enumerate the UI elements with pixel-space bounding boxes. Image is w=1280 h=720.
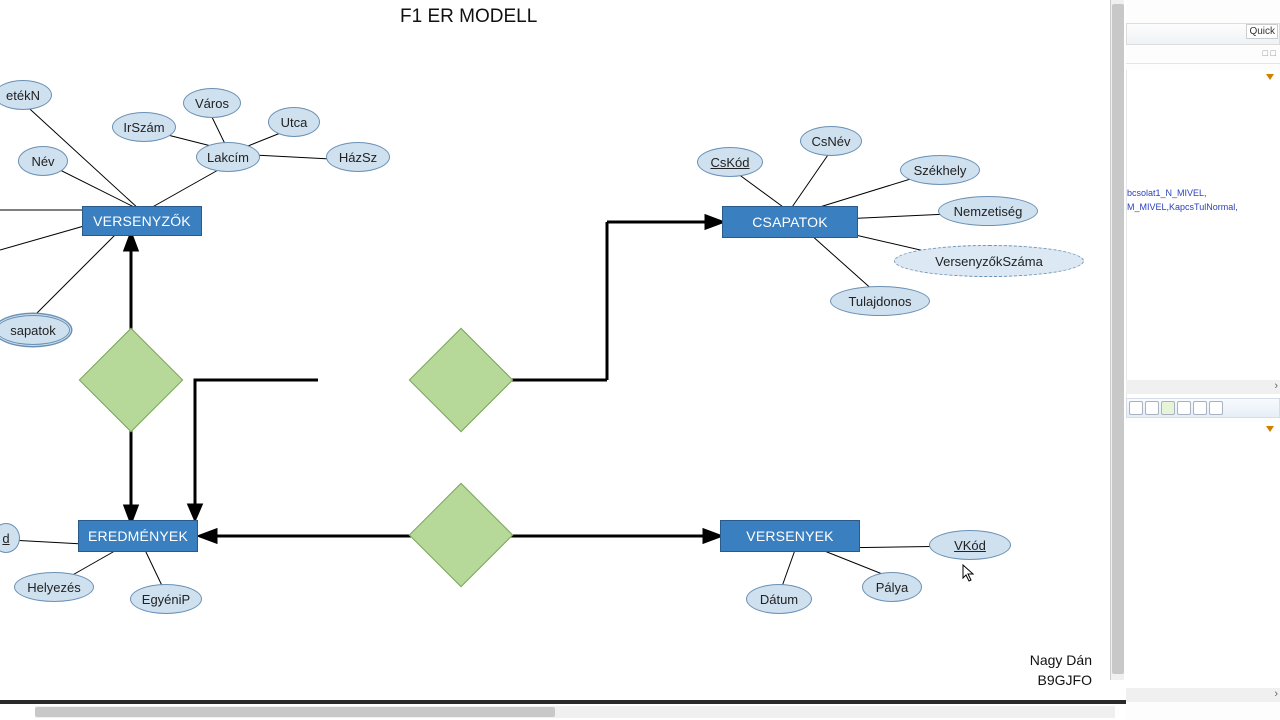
mouse-cursor-icon [962, 564, 976, 582]
tool-icon-1[interactable] [1129, 401, 1143, 415]
diagram-title: F1 ER MODELL [400, 6, 537, 28]
attr-utca[interactable]: Utca [268, 107, 320, 137]
attr-helyezes[interactable]: Helyezés [14, 572, 94, 602]
entity-eredmenyek[interactable]: EREDMÉNYEK [78, 520, 198, 552]
tool-icon-4[interactable] [1177, 401, 1191, 415]
quick-search-box[interactable]: Quick [1246, 24, 1278, 39]
attr-versenyzokszama[interactable]: VersenyzőkSzáma [894, 245, 1084, 277]
side-scrollbar-1[interactable]: › [1126, 380, 1280, 394]
side-app-subbar: □ □ [1126, 48, 1280, 64]
attr-lakcim[interactable]: Lakcím [196, 142, 260, 172]
attr-cskod[interactable]: CsKód [697, 147, 763, 177]
entity-csapatok[interactable]: CSAPATOK [722, 206, 858, 238]
tool-icon-2[interactable] [1145, 401, 1159, 415]
attr-hazsz[interactable]: HázSz [326, 142, 390, 172]
relationship-diamond-3[interactable] [409, 483, 514, 588]
horizontal-scrollbar-thumb[interactable] [35, 707, 555, 717]
bottom-border [0, 700, 1130, 704]
side-toolbar-2[interactable] [1126, 398, 1280, 418]
side-application-panel: Quick □ □ bcsolat1_N_MIVEL, M_MIVEL,Kapc… [1126, 0, 1280, 720]
attr-etekN[interactable]: etékN [0, 80, 52, 110]
attr-palya[interactable]: Pálya [862, 572, 922, 602]
footer-line2: B9GJFO [1038, 672, 1092, 688]
tool-icon-5[interactable] [1193, 401, 1207, 415]
attr-szekhely[interactable]: Székhely [900, 155, 980, 185]
vertical-scrollbar-thumb[interactable] [1112, 4, 1124, 674]
attr-d-truncated[interactable]: d [0, 523, 20, 553]
attr-vkod[interactable]: VKód [929, 530, 1011, 560]
attr-egyenip[interactable]: EgyéniP [130, 584, 202, 614]
attr-varos[interactable]: Város [183, 88, 241, 118]
attr-sapatok[interactable]: sapatok [0, 315, 70, 345]
attr-irszam[interactable]: IrSzám [112, 112, 176, 142]
diagram-canvas[interactable]: F1 ER MODELL [0, 0, 1110, 720]
collapse-icon[interactable] [1266, 74, 1274, 80]
footer-line1: Nagy Dán [1030, 652, 1092, 668]
collapse-icon-2[interactable] [1266, 426, 1274, 432]
entity-versenyek[interactable]: VERSENYEK [720, 520, 860, 552]
attr-nev[interactable]: Név [18, 146, 68, 176]
relationship-diamond-1[interactable] [79, 328, 184, 433]
tool-icon-3[interactable] [1161, 401, 1175, 415]
attr-datum[interactable]: Dátum [746, 584, 812, 614]
attr-d-label: d [2, 531, 9, 546]
attr-csnev[interactable]: CsNév [800, 126, 862, 156]
attr-tulajdonos[interactable]: Tulajdonos [830, 286, 930, 316]
vertical-scrollbar[interactable] [1110, 0, 1124, 680]
attr-cskod-label: CsKód [710, 155, 749, 170]
attr-vkod-label: VKód [954, 538, 986, 553]
attr-nemzetiseg[interactable]: Nemzetiség [938, 196, 1038, 226]
side-code-line2: M_MIVEL,KapcsTulNormal, [1127, 202, 1238, 212]
side-code-panel[interactable]: bcsolat1_N_MIVEL, M_MIVEL,KapcsTulNormal… [1126, 70, 1280, 400]
side-code-line1: bcsolat1_N_MIVEL, [1127, 188, 1207, 198]
entity-versenyzok[interactable]: VERSENYZŐK [82, 206, 202, 236]
relationship-diamond-2[interactable] [409, 328, 514, 433]
tool-icon-6[interactable] [1209, 401, 1223, 415]
side-scrollbar-2[interactable]: › [1126, 688, 1280, 702]
side-panel-2[interactable] [1126, 422, 1280, 702]
horizontal-scrollbar[interactable] [35, 706, 1115, 718]
